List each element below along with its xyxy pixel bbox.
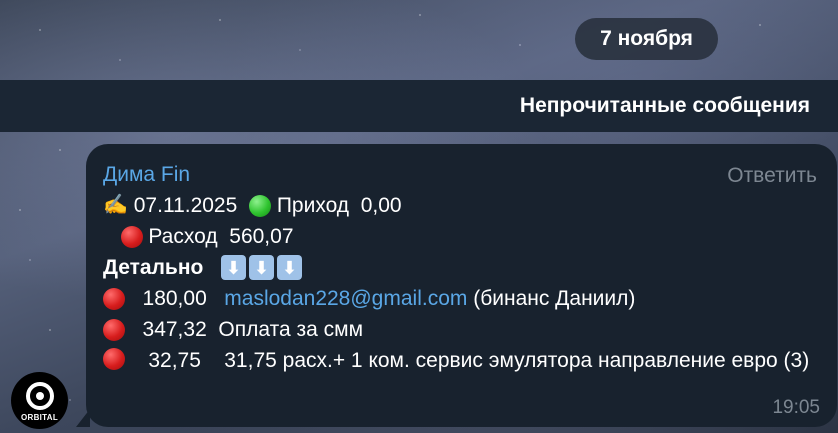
expense-value: 560,07	[229, 225, 294, 248]
down-arrow-icon: ⬇	[276, 255, 302, 280]
avatar-logo-icon	[25, 381, 54, 410]
unread-messages-label: Непрочитанные сообщения	[519, 94, 810, 117]
red-circle-icon	[103, 287, 125, 310]
down-arrow-icon: ⬇	[220, 255, 246, 280]
unread-messages-banner: Непрочитанные сообщения	[0, 80, 838, 132]
item-amount: 180,00	[142, 287, 207, 310]
expense-label: Расход	[148, 225, 218, 248]
item-note: Оплата за смм	[218, 318, 364, 341]
item-note: 31,75 расх.+ 1 ком. сервис эмулятора нап…	[224, 349, 810, 372]
avatar[interactable]: ORBITAL	[11, 372, 68, 429]
message-bubble[interactable]: Дима Fin Ответить ✍️ 07.11.2025 Приход 0…	[86, 144, 837, 427]
message-line-details: Детально ⬇ ⬇ ⬇	[103, 252, 819, 283]
sender-name[interactable]: Дима Fin	[103, 160, 819, 190]
red-circle-icon	[103, 348, 125, 370]
expense-item-3: 32,75 31,75 расх.+ 1 ком. сервис эмулято…	[103, 345, 819, 376]
red-circle-icon	[120, 225, 143, 248]
red-circle-icon	[103, 318, 125, 341]
income-value: 0,00	[360, 194, 402, 217]
date-separator: 7 ноября	[575, 18, 718, 60]
avatar-label: ORBITAL	[20, 412, 59, 422]
item-note: (бинанс Даниил)	[473, 287, 636, 310]
down-arrow-icon: ⬇	[248, 255, 274, 280]
message-line-expense: Расход 560,07	[103, 221, 819, 252]
report-date: 07.11.2025	[133, 194, 238, 217]
writing-hand-icon: ✍️	[103, 194, 128, 216]
item-amount: 32,75	[148, 349, 201, 372]
item-amount: 347,32	[142, 318, 207, 341]
email-link[interactable]: maslodan228@gmail.com	[224, 283, 467, 314]
message-time: 19:05	[772, 397, 820, 418]
expense-item-1: 180,00 maslodan228@gmail.com (бинанс Дан…	[103, 283, 819, 314]
details-label: Детально	[103, 256, 204, 279]
expense-item-2: 347,32 Оплата за смм	[103, 314, 819, 345]
income-label: Приход	[276, 194, 350, 217]
reply-button[interactable]: Ответить	[727, 161, 817, 191]
green-circle-icon	[248, 194, 271, 217]
message-line-date: ✍️ 07.11.2025 Приход 0,00	[103, 190, 819, 221]
